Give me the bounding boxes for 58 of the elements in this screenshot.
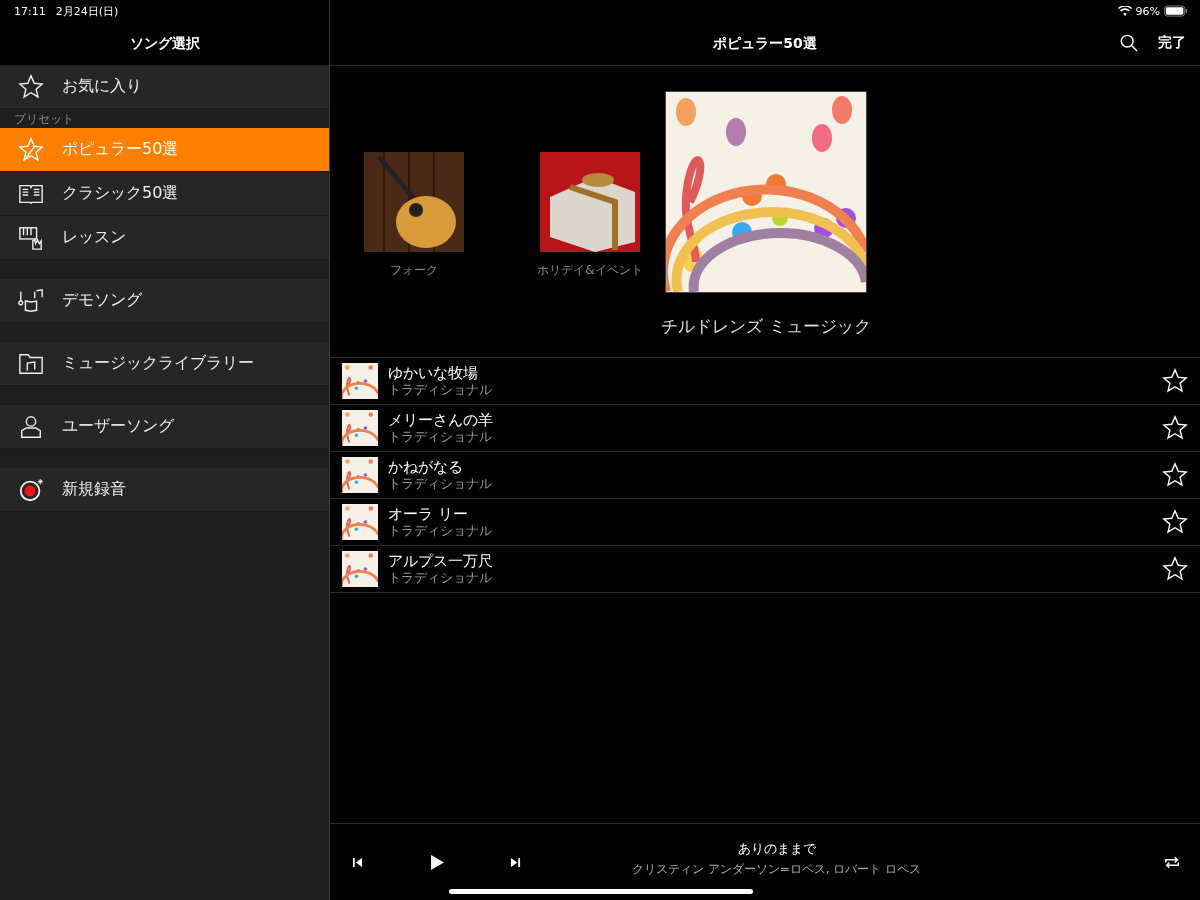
album-title: チルドレンズ ミュージック bbox=[661, 315, 871, 338]
song-row[interactable]: アルプス一万尺 トラディショナル bbox=[330, 546, 1200, 593]
sidebar-item[interactable]: ミュージックライブラリー bbox=[0, 342, 329, 386]
song-artist: トラディショナル bbox=[388, 570, 493, 585]
song-thumbnail-drawing bbox=[342, 363, 378, 399]
music-book-icon bbox=[18, 287, 44, 314]
sidebar-title: ソング選択 bbox=[129, 34, 200, 53]
sidebar-item[interactable]: デモソング bbox=[0, 279, 329, 323]
song-row[interactable]: メリーさんの羊 トラディショナル bbox=[330, 405, 1200, 452]
song-artist: トラディショナル bbox=[388, 476, 493, 491]
song-thumbnail-drawing bbox=[342, 457, 378, 493]
song-title: ゆかいな牧場 bbox=[388, 365, 479, 382]
page-title: ポピュラー50選 bbox=[713, 34, 817, 53]
play-icon[interactable] bbox=[431, 854, 444, 870]
album-tile[interactable]: フォーク bbox=[364, 152, 464, 279]
favorite-star-icon[interactable] bbox=[1162, 462, 1188, 488]
song-artist: トラディショナル bbox=[388, 429, 493, 444]
sidebar-item[interactable]: お気に入り bbox=[0, 65, 329, 109]
battery-icon bbox=[1164, 5, 1188, 17]
song-thumbnail-drawing bbox=[342, 410, 378, 446]
song-row[interactable]: ゆかいな牧場 トラディショナル bbox=[330, 358, 1200, 405]
record-icon bbox=[18, 476, 44, 503]
section-label: プリセット bbox=[14, 111, 74, 128]
user-icon bbox=[18, 413, 44, 440]
next-track-icon[interactable] bbox=[510, 856, 521, 868]
repeat-icon[interactable] bbox=[1164, 855, 1180, 869]
done-button[interactable]: 完了 bbox=[1150, 30, 1194, 56]
sidebar-item[interactable]: 新規録音 bbox=[0, 468, 329, 512]
favorite-star-icon[interactable] bbox=[1162, 368, 1188, 394]
song-title: かねがなる bbox=[388, 459, 464, 476]
previous-track-icon[interactable] bbox=[352, 856, 363, 868]
favorite-star-icon[interactable] bbox=[1162, 415, 1188, 441]
wifi-icon bbox=[1117, 5, 1132, 17]
sidebar-item[interactable]: レッスン bbox=[0, 216, 329, 260]
star-wand-icon bbox=[18, 136, 44, 163]
battery-percent: 96% bbox=[1135, 4, 1160, 18]
song-row[interactable]: オーラ リー トラディショナル bbox=[330, 499, 1200, 546]
favorite-star-icon[interactable] bbox=[1162, 556, 1188, 582]
sidebar-item[interactable]: クラシック50選 bbox=[0, 172, 329, 216]
song-row[interactable]: かねがなる トラディショナル bbox=[330, 452, 1200, 499]
album-title: ホリデイ&イベント bbox=[537, 262, 643, 279]
star-icon bbox=[18, 73, 44, 100]
song-thumbnail-drawing bbox=[342, 551, 378, 587]
song-title: メリーさんの羊 bbox=[388, 412, 494, 429]
song-title: オーラ リー bbox=[388, 506, 469, 523]
piano-hand-icon bbox=[18, 224, 44, 251]
now-playing-title: ありのままで bbox=[737, 840, 816, 858]
song-artist: トラディショナル bbox=[388, 523, 493, 538]
sidebar-item[interactable]: ユーザーソング bbox=[0, 405, 329, 449]
now-playing-artist: クリスティン アンダーソン=ロペス, ロバート ロペス bbox=[631, 861, 922, 878]
song-title: アルプス一万尺 bbox=[388, 553, 494, 570]
status-time: 17:11 bbox=[14, 4, 46, 18]
favorite-star-icon[interactable] bbox=[1162, 509, 1188, 535]
song-artist: トラディショナル bbox=[388, 382, 493, 397]
song-thumbnail-drawing bbox=[342, 504, 378, 540]
status-date: 2月24日(日) bbox=[55, 3, 119, 19]
album-title: フォーク bbox=[390, 262, 438, 279]
search-icon[interactable] bbox=[1120, 34, 1138, 52]
